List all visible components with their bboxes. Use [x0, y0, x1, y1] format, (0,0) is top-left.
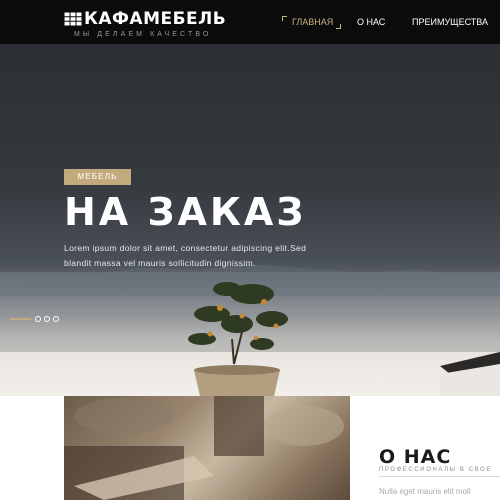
hero-slider: МЕБЕЛЬ НА ЗАКАЗ Lorem ipsum dolor sit am… [0, 44, 500, 396]
nav-item-home[interactable]: ГЛАВНАЯ [292, 17, 333, 28]
site-header: КАФАМЕБЕЛЬ МЫ ДЕЛАЕМ КАЧЕСТВО ГЛАВНАЯ О … [0, 0, 500, 44]
about-photo [64, 396, 350, 500]
slider-dot-active[interactable] [10, 318, 31, 320]
logo-text: КАФАМЕБЕЛЬ [84, 9, 227, 29]
about-title: О НАС [379, 446, 452, 468]
grid-logo-icon [64, 12, 82, 26]
wood-photo-image [64, 396, 344, 500]
about-subtitle: ПРОФЕССИОНАЛЫ В СВОЕ [379, 467, 492, 473]
logo-tagline: МЫ ДЕЛАЕМ КАЧЕСТВО [74, 31, 212, 38]
hero-badge: МЕБЕЛЬ [64, 169, 131, 185]
active-nav-bracket-top [282, 16, 287, 21]
hero-title: НА ЗАКАЗ [64, 190, 307, 234]
active-nav-bracket-bottom [336, 24, 341, 29]
divider [379, 476, 500, 477]
slider-pagination [10, 316, 62, 322]
hero-description: Lorem ipsum dolor sit amet, consectetur … [64, 243, 307, 268]
slider-dot-2[interactable] [35, 316, 41, 322]
nav-item-about[interactable]: О НАС [357, 17, 385, 28]
nav-item-advantages[interactable]: ПРЕИМУЩЕСТВА [412, 17, 488, 28]
about-text: Nulla eget mauris elit moll [379, 487, 471, 496]
ledge-edge-image [440, 352, 500, 396]
slider-dot-4[interactable] [53, 316, 59, 322]
potted-plant-image [188, 282, 288, 396]
logo[interactable]: КАФАМЕБЕЛЬ [64, 10, 226, 28]
slider-dot-3[interactable] [44, 316, 50, 322]
